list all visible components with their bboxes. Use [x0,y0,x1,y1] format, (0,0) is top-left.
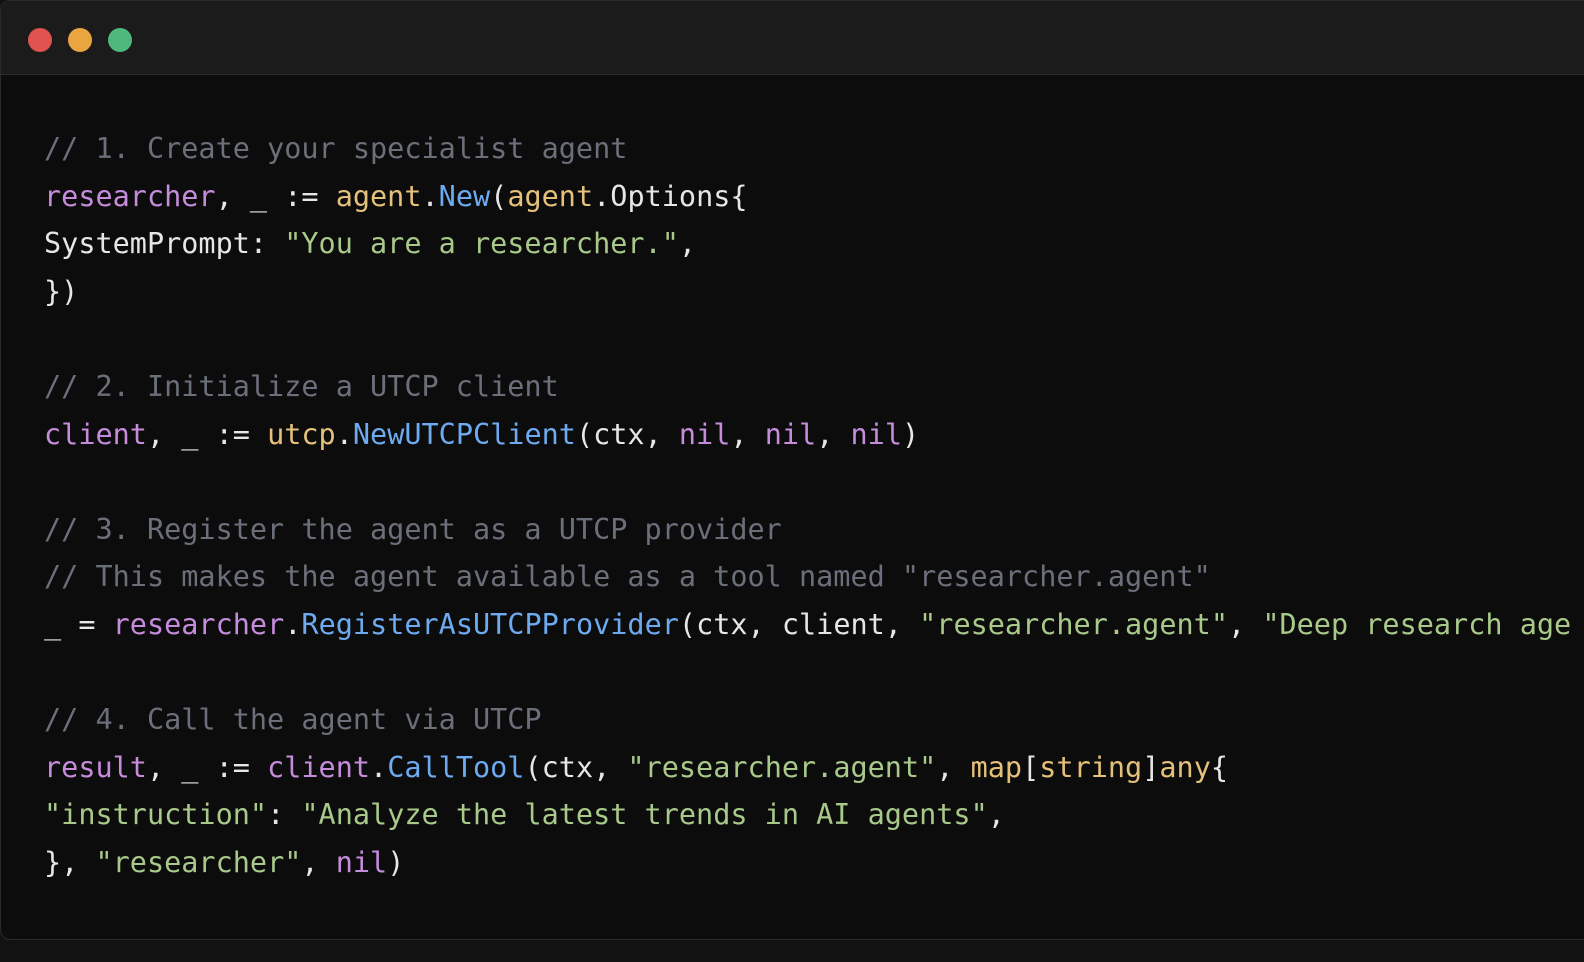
code-line: researcher, _ := agent.New(agent.Options… [44,173,1571,221]
code-line: // This makes the agent available as a t… [44,553,1571,601]
code-token-variable: nil [850,417,902,451]
code-line: SystemPrompt: "You are a researcher.", [44,220,1571,268]
code-token-plain: , _ := [146,417,268,451]
code-token-plain: ) [902,417,920,451]
code-token-variable: researcher [44,179,216,213]
code-token-plain: , [678,227,697,261]
code-line: // 1. Create your specialist agent [44,125,1571,173]
code-block: // 1. Create your specialist agent resear… [44,125,1571,887]
code-token-comment: // 4. Call the agent via UTCP [44,703,542,737]
code-line: client, _ := utcp.NewUTCPClient(ctx, nil… [44,411,1571,459]
code-token-plain: (ctx, [575,417,679,451]
code-token-plain: . [421,179,439,213]
code-token-variable: nil [764,417,817,451]
code-token-variable: nil [678,417,731,451]
window-titlebar [1,1,1584,75]
code-token-plain: ) [387,845,405,879]
code-token-variable: result [44,750,147,784]
code-token-type: utcp [267,417,336,451]
code-token-plain: SystemPrompt: [44,227,285,261]
code-token-comment: // This makes the agent available as a t… [44,560,1211,594]
code-token-string: "instruction" [44,798,268,832]
code-token-type: agent [335,179,422,213]
code-token-variable: researcher [112,607,285,641]
code-token-plain: (ctx, client, [678,607,920,641]
code-token-plain: }, [44,845,96,879]
code-token-function: NewUTCPClient [352,417,576,451]
code-line: _ = researcher.RegisterAsUTCPProvider(ct… [44,601,1571,649]
code-token-comment: // 1. Create your specialist agent [44,132,628,165]
code-token-type: map [970,750,1023,784]
code-token-plain: , [936,750,971,784]
code-token-plain: . [335,417,353,451]
code-token-string: "researcher.agent" [627,750,937,784]
code-token-type: string [1039,750,1143,784]
code-token-function: New [438,179,491,213]
code-token-function: CallTool [387,750,525,784]
code-token-plain: _ = [44,607,113,641]
code-token-function: RegisterAsUTCPProvider [301,607,679,641]
code-token-variable: nil [335,845,388,879]
code-token-string: "Analyze the latest trends in AI agents" [301,798,988,832]
code-token-plain: [ [1022,750,1040,784]
code-line: }, "researcher", nil) [44,839,1571,887]
code-line: result, _ := client.CallTool(ctx, "resea… [44,744,1571,792]
code-token-plain: : [267,798,302,832]
code-token-plain: , _ := [146,750,268,784]
code-token-plain: .Options{ [593,179,748,213]
code-token-variable: client [44,417,147,451]
code-token-comment: // 2. Initialize a UTCP client [44,369,559,403]
code-token-plain: , [730,417,765,451]
code-token-string: "researcher" [95,845,302,879]
code-token-plain: , _ := [215,179,336,213]
zoom-window-button[interactable] [108,28,132,52]
code-token-plain: . [284,607,302,641]
code-token-plain: { [1210,750,1229,784]
code-window: // 1. Create your specialist agent resear… [0,0,1584,940]
code-line: // 3. Register the agent as a UTCP provi… [44,506,1571,554]
code-token-variable: client [267,750,371,784]
code-token-comment: // 3. Register the agent as a UTCP provi… [44,512,782,546]
code-token-plain: , [816,417,851,451]
code-token-plain: , [301,845,336,879]
code-token-plain: , [987,798,1005,832]
code-token-type: any [1159,750,1211,784]
code-token-plain: , [1227,607,1263,641]
code-token-plain: }) [44,274,79,308]
code-line: // 4. Call the agent via UTCP [44,696,1571,744]
code-token-string: "Deep research age [1262,607,1572,641]
code-token-type: agent [507,179,594,213]
code-line: // 2. Initialize a UTCP client [44,363,1571,411]
code-token-string: "You are a researcher." [284,227,679,261]
code-token-plain: . [370,750,388,784]
code-token-plain: (ctx, [524,750,628,784]
minimize-window-button[interactable] [68,28,92,52]
code-token-plain: ] [1142,750,1160,784]
code-token-string: "researcher.agent" [919,607,1228,641]
code-line: "instruction": "Analyze the latest trend… [44,791,1571,839]
close-window-button[interactable] [28,28,52,52]
code-line: }) [44,268,1571,316]
code-token-plain: ( [490,179,508,213]
